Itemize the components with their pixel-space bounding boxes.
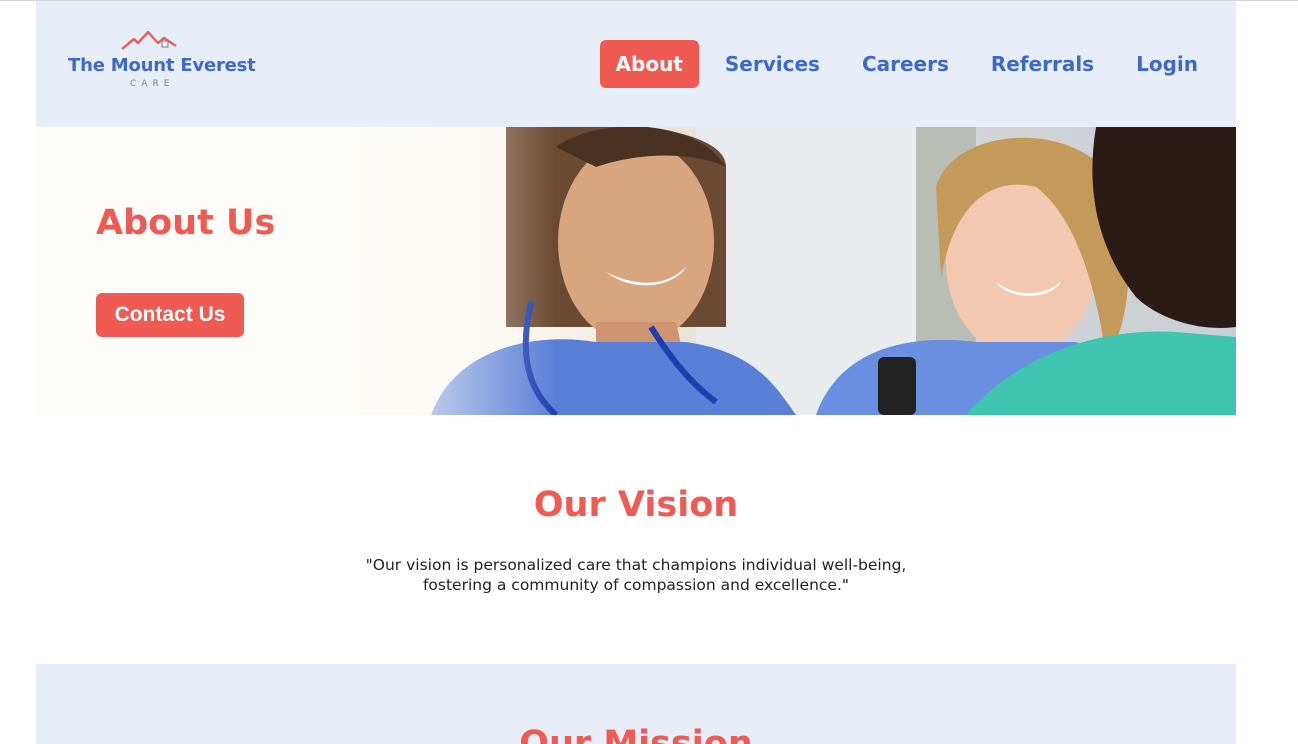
nav-about[interactable]: About: [599, 40, 699, 88]
contact-us-button[interactable]: Contact Us: [96, 293, 244, 337]
mission-title: Our Mission: [519, 724, 753, 744]
nav-login[interactable]: Login: [1120, 40, 1214, 88]
vision-text: "Our vision is personalized care that ch…: [336, 555, 936, 595]
logo[interactable]: The Mount Everest CARE: [68, 29, 256, 93]
nav-services[interactable]: Services: [709, 40, 836, 88]
hero-title: About Us: [96, 203, 276, 243]
mission-section: Our Mission: [36, 664, 1236, 744]
nav-careers[interactable]: Careers: [846, 40, 965, 88]
logo-title: The Mount Everest: [68, 55, 256, 76]
page: The Mount Everest CARE About Services Ca…: [36, 1, 1236, 744]
hero-fade: [36, 127, 556, 415]
hero-banner: About Us Contact Us: [36, 127, 1236, 415]
site-header: The Mount Everest CARE About Services Ca…: [36, 1, 1236, 127]
nav-referrals[interactable]: Referrals: [975, 40, 1110, 88]
logo-subtitle: CARE: [130, 79, 175, 89]
vision-text-line1: "Our vision is personalized care that ch…: [365, 556, 907, 574]
vision-text-line2: fostering a community of compassion and …: [422, 576, 850, 594]
mountain-logo-icon: [121, 30, 177, 50]
vision-title: Our Vision: [533, 485, 739, 525]
main-nav: About Services Careers Referrals Login: [590, 40, 1214, 88]
